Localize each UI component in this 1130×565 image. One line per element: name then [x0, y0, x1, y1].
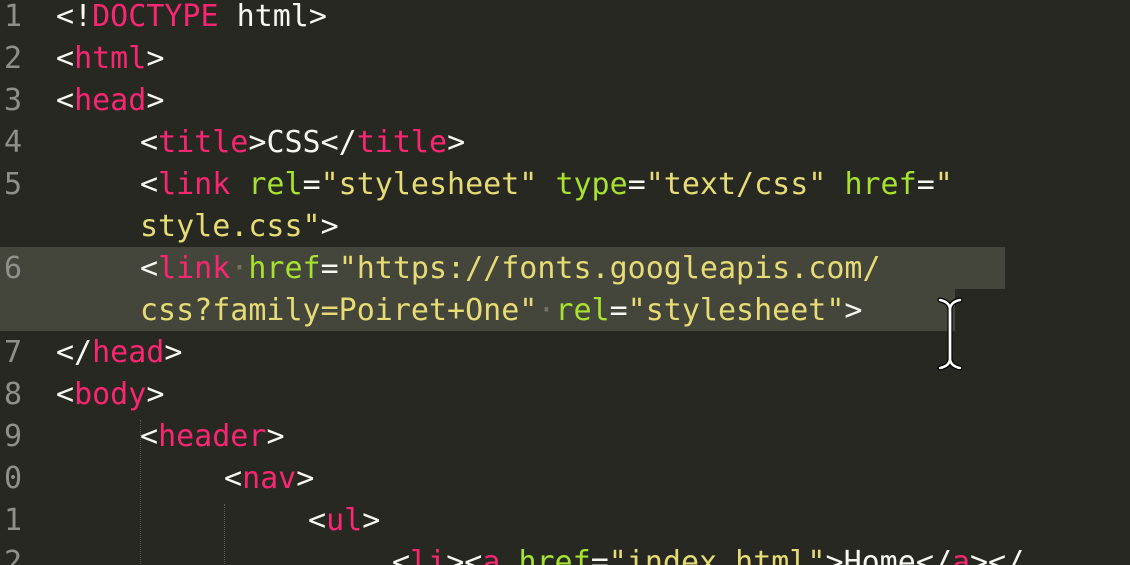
code-text: <!DOCTYPE html>: [56, 0, 327, 34]
code-line-current[interactable]: 6 <link·href="https://fonts.googleapis.c…: [0, 248, 1130, 290]
line-number: 0: [3, 461, 22, 496]
line-number: 5: [3, 167, 22, 202]
code-line-wrapped[interactable]: style.css">: [0, 206, 1130, 248]
line-number: 1: [3, 0, 22, 34]
code-text: <link rel="stylesheet" type="text/css" h…: [140, 167, 953, 202]
code-text: <head>: [56, 83, 165, 118]
code-text: <html>: [56, 41, 165, 76]
line-number: 3: [3, 83, 22, 118]
line-number: 8: [3, 377, 22, 412]
code-text: <nav>: [224, 461, 315, 496]
code-line[interactable]: 0 <nav>: [0, 458, 1130, 500]
line-number: 9: [3, 419, 22, 454]
code-line[interactable]: 2 <html>: [0, 38, 1130, 80]
code-text: css?family=Poiret+One"·rel="stylesheet">: [140, 293, 863, 328]
code-text: <ul>: [308, 503, 381, 538]
line-number: 6: [3, 251, 22, 286]
code-line[interactable]: 3 <head>: [0, 80, 1130, 122]
code-line[interactable]: 4 <title>CSS</title>: [0, 122, 1130, 164]
code-text: style.css">: [140, 209, 339, 244]
code-text: <header>: [140, 419, 285, 454]
code-text: <li><a href="index.html">Home</a></: [392, 545, 1025, 565]
code-text: </head>: [56, 335, 183, 370]
code-line[interactable]: 1 <!DOCTYPE html>: [0, 0, 1130, 38]
code-editor[interactable]: 1 <!DOCTYPE html> 2 <html> 3 <head> 4 <t…: [0, 0, 1130, 565]
line-number: 1: [3, 503, 22, 538]
text-cursor-icon: [937, 297, 963, 371]
code-line[interactable]: 8 <body>: [0, 374, 1130, 416]
line-number: 4: [3, 125, 22, 160]
code-text: <link·href="https://fonts.googleapis.com…: [140, 251, 881, 286]
code-text: <title>CSS</title>: [140, 125, 466, 160]
code-line[interactable]: 5 <link rel="stylesheet" type="text/css"…: [0, 164, 1130, 206]
line-number: 7: [3, 335, 22, 370]
code-line[interactable]: 9 <header>: [0, 416, 1130, 458]
line-number: 2: [3, 41, 22, 76]
line-number: 2: [3, 545, 22, 565]
code-line[interactable]: 2 <li><a href="index.html">Home</a></: [0, 542, 1130, 565]
code-text: <body>: [56, 377, 165, 412]
code-line[interactable]: 1 <ul>: [0, 500, 1130, 542]
